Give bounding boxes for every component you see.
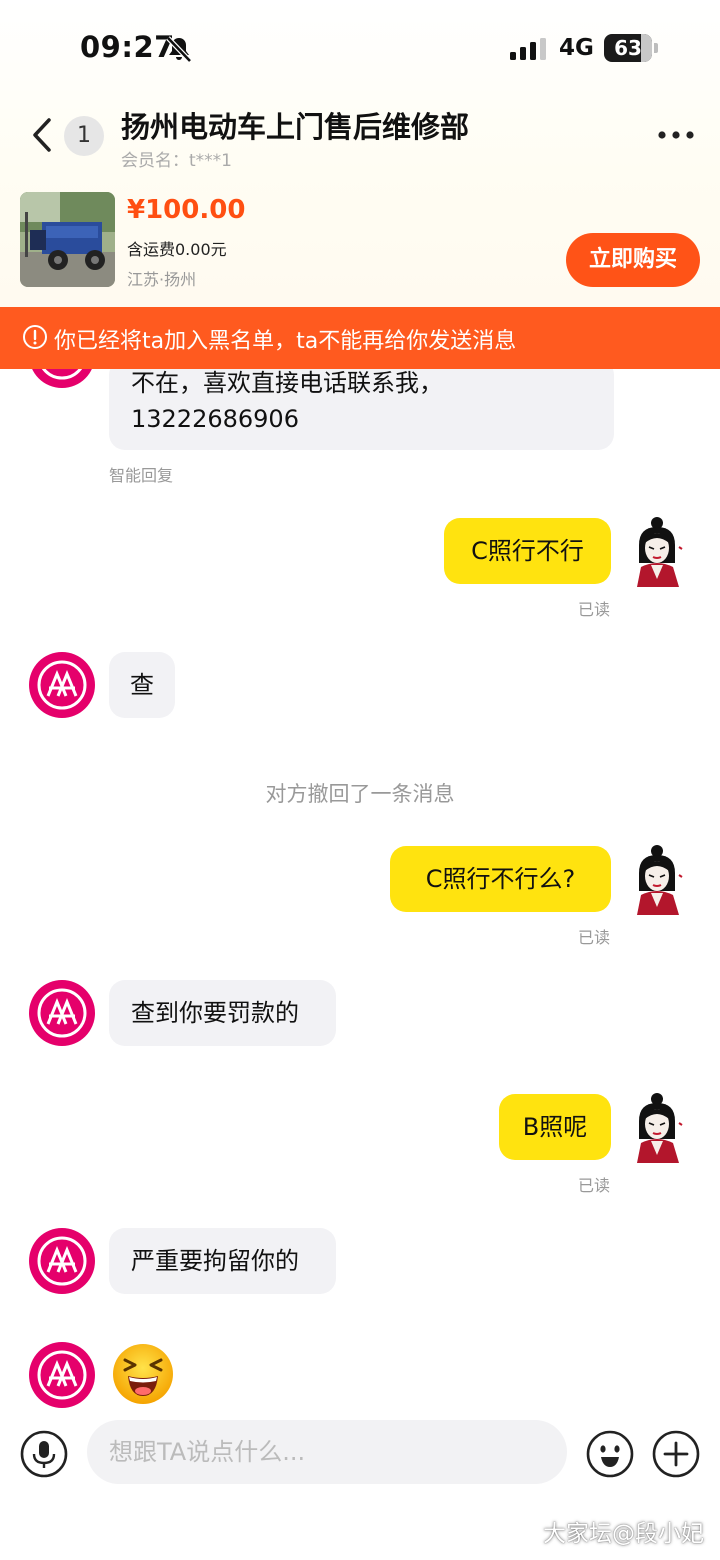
- back-arrow-icon[interactable]: [22, 112, 62, 158]
- laughing-emoji-icon[interactable]: [111, 1342, 175, 1406]
- message-bubble-incoming[interactable]: 查到你要罚款的: [109, 980, 336, 1046]
- status-time: 09:27: [80, 30, 175, 64]
- blacklist-text: 你已经将ta加入黑名单，ta不能再给你发送消息: [54, 329, 517, 354]
- read-status: 已读: [578, 600, 611, 619]
- message-bubble-outgoing[interactable]: C照行不行么?: [390, 846, 611, 912]
- message-bubble-incoming[interactable]: 查: [109, 652, 175, 718]
- battery-level: 63: [614, 36, 642, 60]
- more-options-icon[interactable]: [656, 128, 696, 142]
- message-bubble-incoming[interactable]: 不在，喜欢直接电话联系我， 13222686906: [109, 369, 614, 450]
- emoji-picker-icon[interactable]: [584, 1428, 636, 1480]
- smart-reply-tag: 智能回复: [109, 466, 174, 485]
- message-bubble-incoming[interactable]: 严重要拘留你的: [109, 1228, 336, 1294]
- message-bubble-outgoing[interactable]: B照呢: [499, 1094, 611, 1160]
- signal-icon: [510, 38, 546, 60]
- network-type: 4G: [559, 35, 594, 61]
- bell-muted-icon: [166, 36, 192, 63]
- message-text: 不在，喜欢直接电话联系我，: [131, 369, 443, 397]
- recall-notice: 对方撤回了一条消息: [265, 782, 455, 806]
- battery-indicator: 63: [604, 34, 652, 62]
- battery-tip: [654, 43, 658, 53]
- read-status: 已读: [578, 928, 611, 947]
- status-bar: 09:27 4G 63: [0, 0, 720, 96]
- shop-avatar[interactable]: [29, 1342, 95, 1408]
- input-bar: 大家坛@段小妃: [0, 1418, 720, 1560]
- warning-icon: [23, 325, 47, 349]
- blacklist-banner: 你已经将ta加入黑名单，ta不能再给你发送消息: [0, 307, 720, 369]
- shop-avatar[interactable]: [29, 369, 95, 388]
- unread-count-badge[interactable]: 1: [64, 116, 104, 156]
- product-price: ¥100.00: [127, 195, 246, 225]
- user-avatar[interactable]: [629, 517, 689, 587]
- member-name: 会员名：t***1: [121, 151, 232, 171]
- battery-empty-part: [641, 34, 652, 62]
- microphone-icon[interactable]: [18, 1428, 70, 1480]
- phone-number[interactable]: 13222686906: [131, 401, 592, 437]
- read-status: 已读: [578, 1176, 611, 1195]
- chat-area[interactable]: 不在，喜欢直接电话联系我， 13222686906 智能回复 C照行不行 已读 …: [0, 369, 720, 1419]
- user-avatar[interactable]: [629, 845, 689, 915]
- product-location: 江苏·扬州: [127, 270, 197, 289]
- user-avatar[interactable]: [629, 1093, 689, 1163]
- shop-avatar[interactable]: [29, 652, 95, 718]
- product-image[interactable]: [20, 192, 115, 287]
- shop-title: 扬州电动车上门售后维修部: [121, 110, 470, 144]
- watermark: 大家坛@段小妃: [543, 1521, 704, 1547]
- message-input[interactable]: [87, 1420, 567, 1484]
- shipping-info: 含运费0.00元: [127, 240, 227, 259]
- add-attachment-icon[interactable]: [650, 1428, 702, 1480]
- buy-now-button[interactable]: 立即购买: [566, 233, 700, 287]
- message-bubble-outgoing[interactable]: C照行不行: [444, 518, 611, 584]
- shop-avatar[interactable]: [29, 980, 95, 1046]
- shop-avatar[interactable]: [29, 1228, 95, 1294]
